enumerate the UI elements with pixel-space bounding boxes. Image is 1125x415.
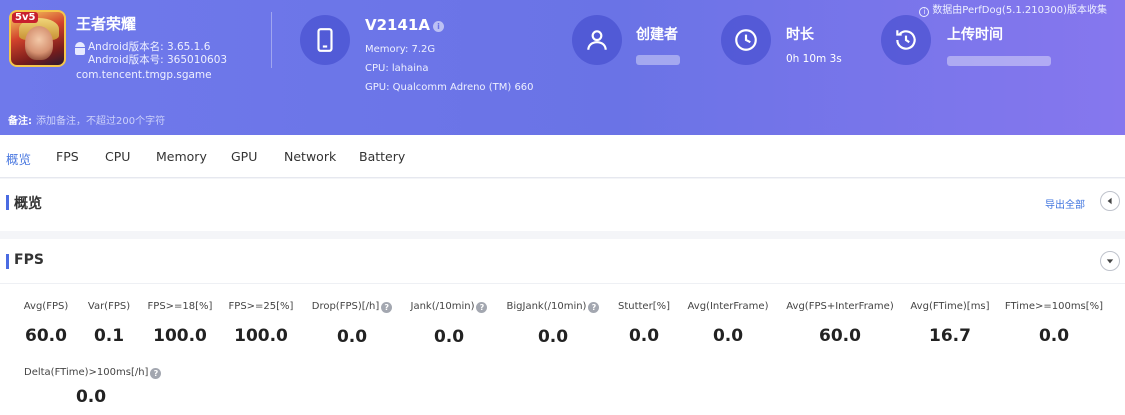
- metric-avg-fps: Avg(FPS) 60.0: [22, 301, 70, 346]
- help-icon[interactable]: ?: [588, 302, 600, 313]
- tab-overview[interactable]: 概览: [6, 149, 31, 168]
- metric-value: 0.0: [628, 326, 660, 346]
- metric-delta-ftime: Delta(FTime)>100ms[/h]? 0.0: [24, 367, 162, 407]
- metric-label-text: BigJank(/10min): [506, 301, 587, 312]
- device-name-text: V2141A: [365, 16, 430, 34]
- phone-icon: [300, 15, 350, 65]
- metric-avg-fps-interframe: Avg(FPS+InterFrame) 60.0: [782, 301, 898, 346]
- data-source-notice: i 数据由PerfDog(5.1.210300)版本收集: [919, 1, 1107, 17]
- remark-bar: 备注: 添加备注，不超过200个字符: [0, 101, 1125, 135]
- metric-label: Jank(/10min)?: [405, 301, 493, 313]
- metric-avg-ftime: Avg(FTime)[ms] 16.7: [906, 301, 994, 346]
- tab-fps[interactable]: FPS: [56, 149, 79, 164]
- app-name: 王者荣耀: [76, 15, 137, 33]
- report-header: i 数据由PerfDog(5.1.210300)版本收集 5v5 王者荣耀 And…: [0, 0, 1125, 135]
- metric-label: Avg(FPS+InterFrame): [786, 301, 894, 312]
- device-info-icon[interactable]: i: [432, 21, 444, 32]
- metric-value: 0.0: [712, 326, 744, 346]
- metric-label: Avg(FPS): [23, 301, 69, 312]
- metric-label: Delta(FTime)>100ms[/h]?: [24, 367, 162, 379]
- metric-value: 60.0: [25, 326, 67, 346]
- metric-value: 60.0: [819, 326, 861, 346]
- tab-memory[interactable]: Memory: [156, 149, 207, 164]
- help-icon[interactable]: ?: [381, 302, 393, 313]
- creator-title: 创建者: [636, 27, 678, 43]
- app-version-code: Android版本号: 365010603: [88, 54, 228, 66]
- metric-label: FPS>=25[%]: [228, 301, 294, 312]
- export-all-link[interactable]: 导出全部: [1045, 196, 1085, 211]
- data-source-text: 数据由PerfDog(5.1.210300)版本收集: [932, 5, 1107, 16]
- metric-drop-fps: Drop(FPS)[/h]? 0.0: [306, 301, 398, 347]
- metric-label-text: Drop(FPS)[/h]: [311, 301, 380, 312]
- app-icon: 5v5: [9, 10, 66, 67]
- collapse-button[interactable]: [1100, 191, 1120, 211]
- expand-down-icon: [1106, 259, 1114, 264]
- user-icon: [572, 15, 622, 65]
- section-accent-bar: [6, 195, 9, 210]
- metric-label: FPS>=18[%]: [147, 301, 213, 312]
- duration-title: 时长: [786, 27, 814, 43]
- tab-network[interactable]: Network: [284, 149, 336, 164]
- android-icon: [75, 42, 85, 56]
- metric-value: 0.1: [93, 326, 125, 346]
- metric-label: Stutter[%]: [617, 301, 671, 312]
- duration-value: 0h 10m 3s: [786, 53, 842, 65]
- device-name: V2141A i: [365, 16, 444, 34]
- metric-label-text: Delta(FTime)>100ms[/h]: [24, 367, 149, 378]
- app-package-name: com.tencent.tmgp.sgame: [76, 69, 212, 81]
- metric-stutter: Stutter[%] 0.0: [614, 301, 674, 346]
- overview-title: 概览: [14, 196, 42, 212]
- metric-value: 0.0: [433, 327, 465, 347]
- help-icon[interactable]: ?: [150, 368, 162, 379]
- fps-toggle-button[interactable]: [1100, 251, 1120, 271]
- tab-bar: 概览 FPS CPU Memory GPU Network Battery: [0, 135, 1125, 178]
- remark-input[interactable]: 添加备注，不超过200个字符: [36, 112, 165, 127]
- metric-label: FTime>=100ms[%]: [1004, 301, 1104, 312]
- metric-value: 0.0: [1038, 326, 1070, 346]
- metric-value: 0.0: [537, 327, 569, 347]
- metric-bigjank: BigJank(/10min)? 0.0: [503, 301, 603, 347]
- device-cpu: CPU: lahaina: [365, 63, 429, 74]
- overview-section: 概览 导出全部: [0, 179, 1125, 231]
- metric-label-text: Jank(/10min): [410, 301, 475, 312]
- metric-value: 0.0: [75, 387, 107, 407]
- metric-value: 100.0: [153, 326, 207, 346]
- fps-section-title: FPS: [14, 252, 44, 268]
- fps-section: FPS Avg(FPS) 60.0 Var(FPS) 0.1 FPS>=18[%…: [0, 239, 1125, 415]
- metric-label: Avg(InterFrame): [687, 301, 769, 312]
- section-accent-bar: [6, 254, 9, 269]
- metric-fps-ge-25: FPS>=25[%] 100.0: [227, 301, 295, 346]
- metric-value: 16.7: [929, 326, 971, 346]
- metric-var-fps: Var(FPS) 0.1: [86, 301, 132, 346]
- metric-label: Avg(FTime)[ms]: [910, 301, 990, 312]
- upload-time-title: 上传时间: [947, 27, 1003, 43]
- metric-fps-ge-18: FPS>=18[%] 100.0: [146, 301, 214, 346]
- metric-value: 100.0: [234, 326, 288, 346]
- metric-value: 0.0: [336, 327, 368, 347]
- collapse-left-icon: [1107, 197, 1112, 205]
- tab-gpu[interactable]: GPU: [231, 149, 257, 164]
- metric-ftime-ge-100ms: FTime>=100ms[%] 0.0: [1004, 301, 1104, 346]
- clock-icon: [721, 15, 771, 65]
- metric-avg-interframe: Avg(InterFrame) 0.0: [682, 301, 774, 346]
- device-gpu: GPU: Qualcomm Adreno (TM) 660: [365, 82, 534, 93]
- help-icon[interactable]: ?: [476, 302, 488, 313]
- device-memory: Memory: 7.2G: [365, 44, 436, 55]
- metric-label: Var(FPS): [87, 301, 131, 312]
- creator-value-redacted: [636, 55, 680, 65]
- history-icon: [881, 15, 931, 65]
- upload-time-value-redacted: [947, 56, 1051, 66]
- metric-label: Drop(FPS)[/h]?: [306, 301, 398, 313]
- tab-cpu[interactable]: CPU: [105, 149, 130, 164]
- header-divider: [271, 12, 272, 68]
- metric-jank: Jank(/10min)? 0.0: [405, 301, 493, 347]
- metric-label: BigJank(/10min)?: [503, 301, 603, 313]
- info-icon: i: [919, 7, 930, 17]
- tab-battery[interactable]: Battery: [359, 149, 405, 164]
- remark-label: 备注:: [8, 116, 32, 127]
- app-icon-badge: 5v5: [12, 12, 39, 23]
- section-divider: [0, 283, 1125, 284]
